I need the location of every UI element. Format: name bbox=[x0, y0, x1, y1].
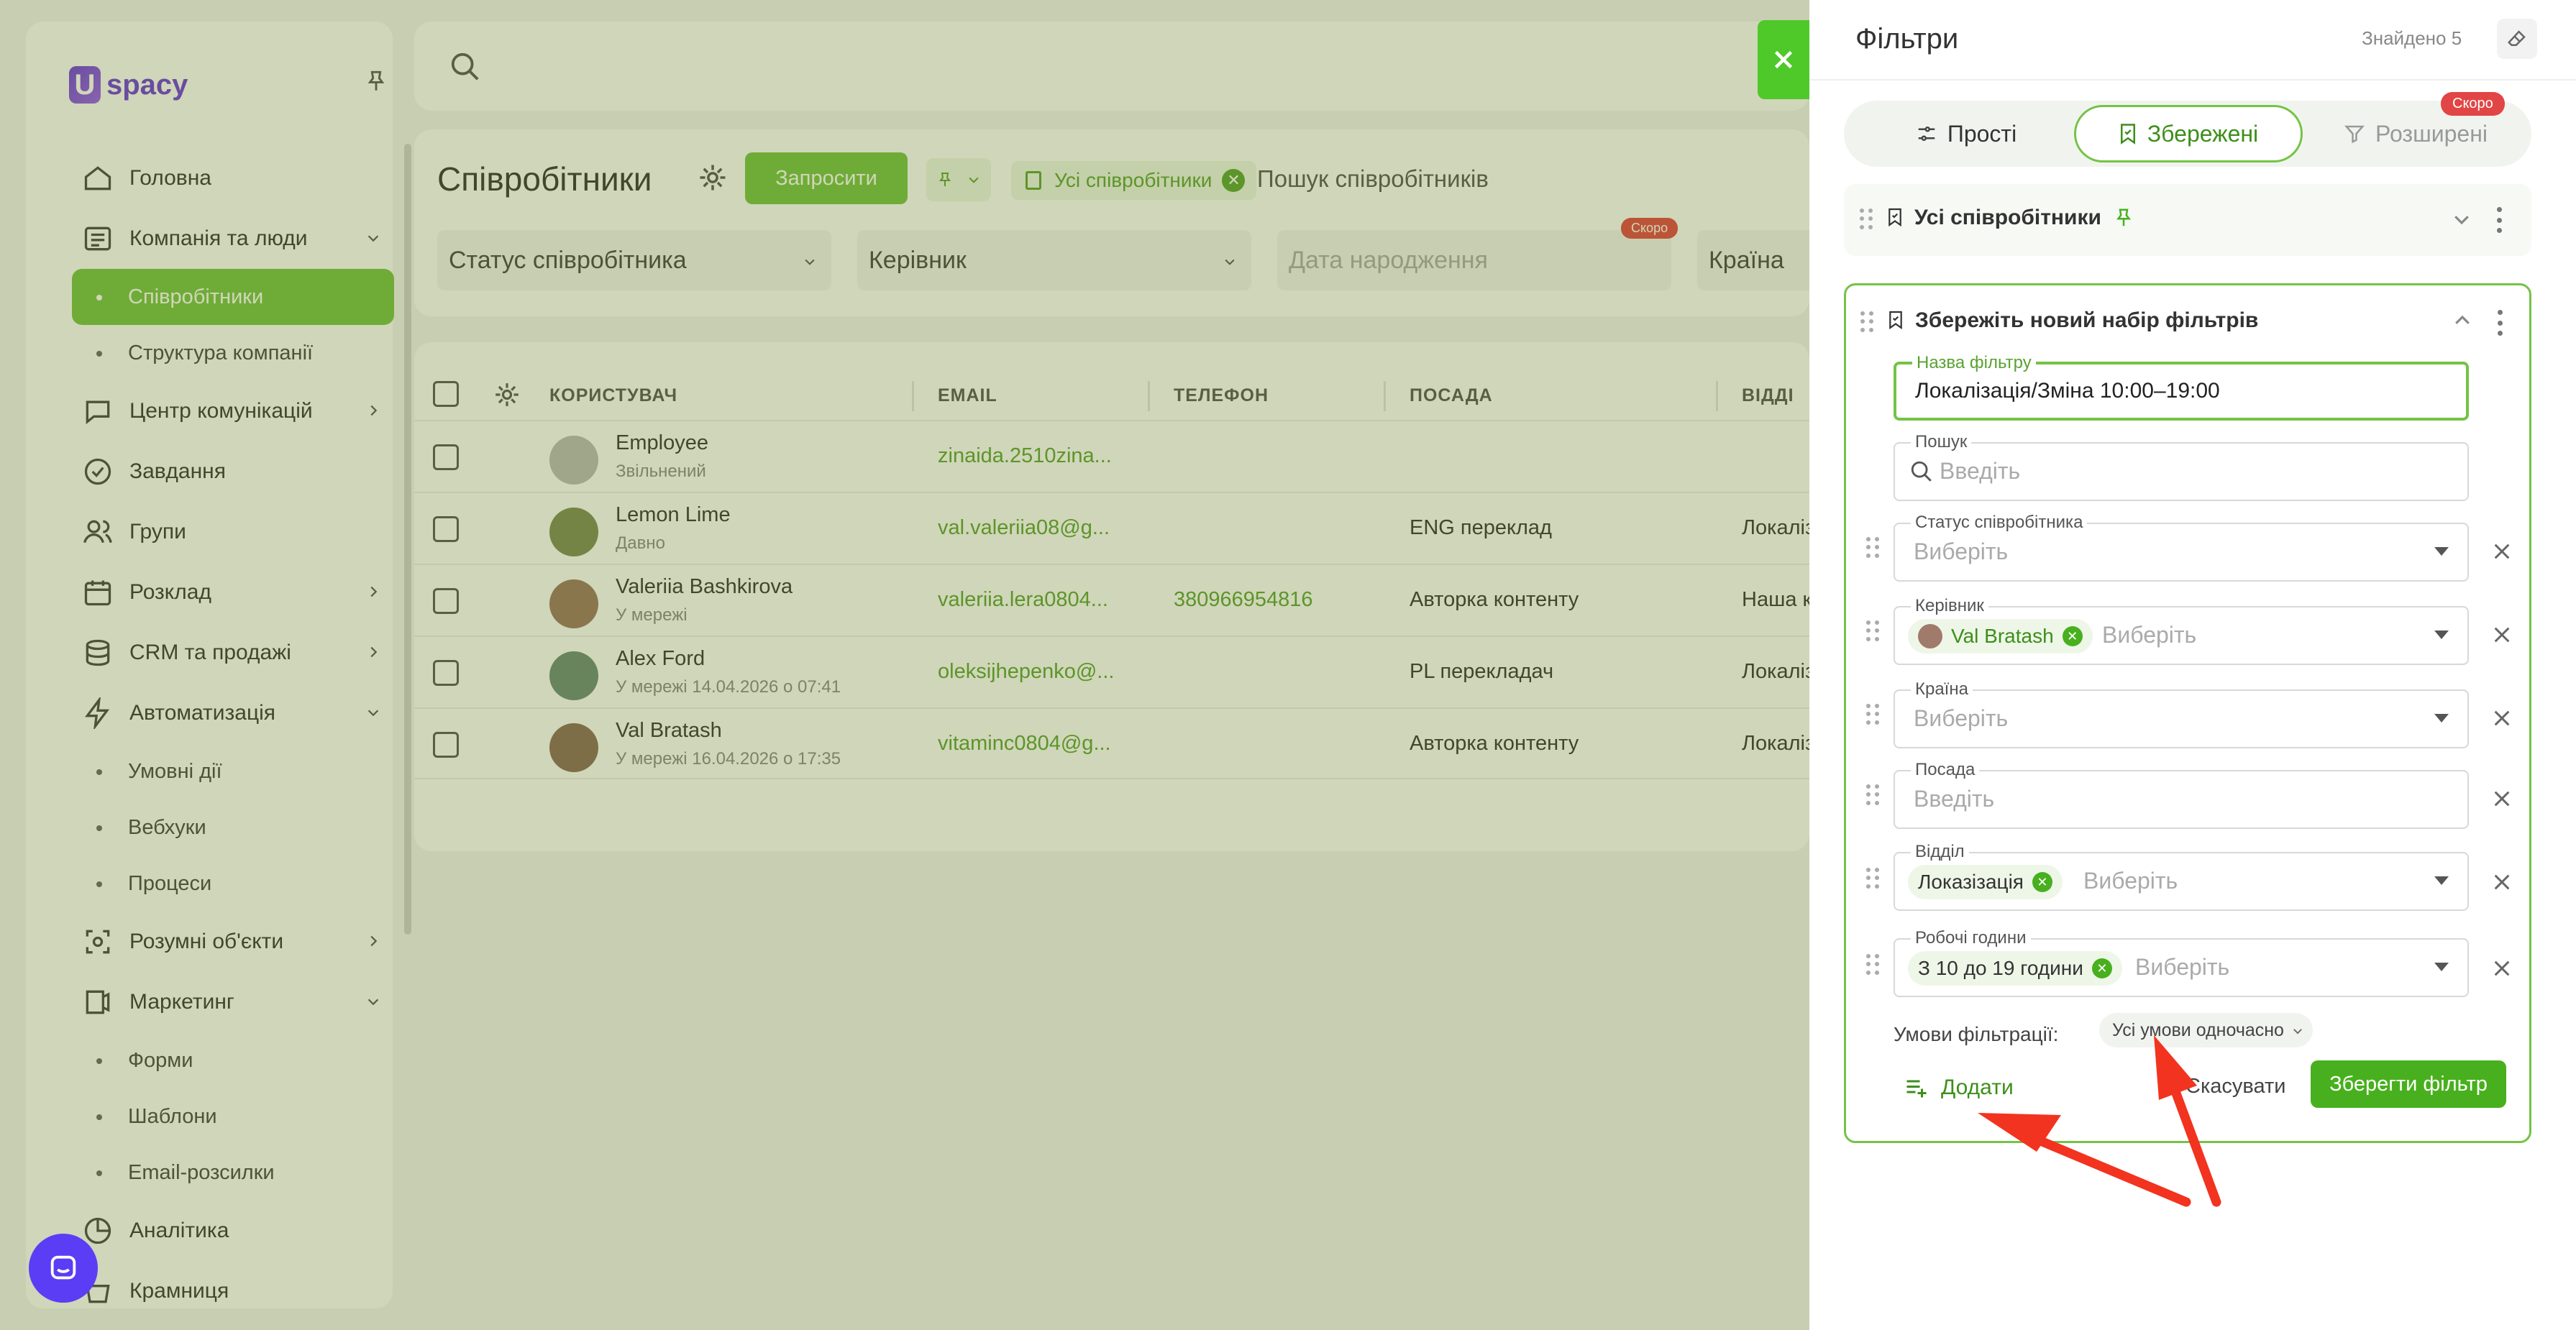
chevron-up-icon[interactable] bbox=[2452, 310, 2473, 331]
dropdown-arrow-icon bbox=[2434, 630, 2449, 639]
chevron-down-icon bbox=[2293, 1029, 2302, 1035]
more-options-icon[interactable] bbox=[2495, 207, 2503, 233]
chat-icon bbox=[50, 1255, 76, 1280]
working-hours-select[interactable]: Робочі години З 10 до 19 години ✕ Вибері… bbox=[1894, 928, 2469, 997]
tab-simple[interactable]: Прості bbox=[1858, 105, 2074, 162]
new-filter-set: Збережіть новий набір фільтрів Назва філ… bbox=[1844, 283, 2531, 1143]
advanced-filter-icon bbox=[2344, 125, 2365, 144]
more-options-icon[interactable] bbox=[2496, 310, 2503, 336]
filter-tabs: Прості Збережені Розширені bbox=[1844, 101, 2531, 167]
position-field[interactable]: Посада Введіть bbox=[1894, 760, 2469, 829]
chip-label: З 10 до 19 години bbox=[1918, 957, 2083, 979]
drag-handle-icon[interactable] bbox=[1866, 868, 1881, 889]
tab-label: Збережені bbox=[2147, 120, 2259, 147]
results-count: Знайдено 5 bbox=[2362, 27, 2462, 49]
sliders-icon bbox=[1918, 127, 1935, 141]
remove-icon[interactable] bbox=[2492, 958, 2512, 978]
select-placeholder: Виберіть bbox=[1914, 538, 2009, 564]
status-select[interactable]: Статус співробітника Виберіть bbox=[1894, 513, 2469, 582]
select-placeholder: Виберіть bbox=[1914, 705, 2009, 731]
cancel-button[interactable]: Скасувати bbox=[2186, 1075, 2285, 1099]
field-label: Посада bbox=[1911, 760, 1980, 780]
select-placeholder: Виберіть bbox=[2102, 622, 2197, 648]
close-icon[interactable]: ✕ bbox=[2032, 872, 2052, 892]
field-label: Пошук bbox=[1911, 432, 1972, 452]
save-filter-button[interactable]: Зберегти фільтр bbox=[2311, 1060, 2506, 1108]
country-select[interactable]: Країна Виберіть bbox=[1894, 679, 2469, 748]
button-label: Додати bbox=[1941, 1076, 2014, 1099]
field-label: Робочі години bbox=[1911, 928, 2031, 948]
divider bbox=[1809, 79, 2576, 81]
department-select[interactable]: Відділ Локазізація ✕ Виберіть bbox=[1894, 842, 2469, 911]
search-icon bbox=[1911, 461, 1932, 482]
dropdown-arrow-icon bbox=[2434, 876, 2449, 885]
field-label: Статус співробітника bbox=[1911, 513, 2088, 533]
set-name: Збережіть новий набір фільтрів bbox=[1915, 308, 2259, 332]
drag-handle-icon[interactable] bbox=[1860, 208, 1874, 230]
close-icon[interactable]: ✕ bbox=[2091, 958, 2112, 978]
soon-badge: Скоро bbox=[2441, 92, 2505, 116]
bookmark-icon bbox=[2120, 124, 2135, 145]
dropdown-arrow-icon bbox=[2434, 714, 2449, 723]
modal-overlay[interactable] bbox=[0, 0, 1809, 1330]
select-placeholder: Виберіть bbox=[2083, 868, 2178, 894]
support-chat-button[interactable] bbox=[29, 1234, 98, 1303]
field-label: Керівник bbox=[1911, 596, 1988, 616]
chip-label: Локазізація bbox=[1918, 871, 2024, 893]
app-background: U spacy Головна Компанія та люди Співроб… bbox=[0, 0, 1809, 1330]
tab-saved[interactable]: Збережені bbox=[2074, 105, 2303, 162]
drag-handle-icon[interactable] bbox=[1866, 704, 1881, 725]
remove-icon[interactable] bbox=[2492, 872, 2512, 892]
drag-handle-icon[interactable] bbox=[1866, 954, 1881, 976]
drag-handle-icon[interactable] bbox=[1866, 537, 1881, 559]
close-icon[interactable]: ✕ bbox=[2062, 626, 2083, 646]
remove-icon[interactable] bbox=[2492, 625, 2512, 645]
add-filter-button[interactable]: Додати bbox=[1904, 1065, 2014, 1111]
remove-icon[interactable] bbox=[2492, 708, 2512, 728]
drag-handle-icon[interactable] bbox=[1860, 311, 1875, 333]
avatar bbox=[1918, 624, 1942, 648]
bookmark-icon bbox=[1889, 311, 1902, 330]
conditions-label: Умови фільтрації: bbox=[1894, 1023, 2059, 1045]
search-placeholder: Введіть bbox=[1940, 458, 2021, 484]
close-icon bbox=[1774, 50, 1793, 69]
drag-handle-icon[interactable] bbox=[1866, 784, 1881, 806]
chip-label: Val Bratash bbox=[1951, 625, 2054, 647]
filter-name-value: Локалізація/Зміна 10:00–19:00 bbox=[1915, 379, 2220, 403]
working-hours-chip[interactable]: З 10 до 19 години ✕ bbox=[1908, 951, 2122, 986]
filters-drawer: Фільтри Знайдено 5 Прості Збережені Розш… bbox=[1809, 0, 2576, 1330]
bookmark-icon bbox=[1888, 208, 1901, 227]
saved-filter-set[interactable]: Усі співробітники bbox=[1844, 184, 2531, 256]
remove-icon[interactable] bbox=[2492, 541, 2512, 561]
drag-handle-icon[interactable] bbox=[1866, 620, 1881, 642]
tab-label: Прості bbox=[1947, 120, 2017, 147]
dropdown-arrow-icon bbox=[2434, 547, 2449, 556]
dropdown-arrow-icon bbox=[2434, 963, 2449, 971]
remove-icon[interactable] bbox=[2492, 789, 2512, 809]
tab-label: Розширені bbox=[2375, 120, 2488, 147]
department-chip[interactable]: Локазізація ✕ bbox=[1908, 865, 2063, 899]
chevron-down-icon[interactable] bbox=[2451, 208, 2472, 230]
close-drawer-button[interactable] bbox=[1758, 20, 1809, 99]
input-placeholder: Введіть bbox=[1914, 786, 1995, 812]
drawer-title: Фільтри bbox=[1855, 23, 1959, 55]
conditions-dropdown[interactable]: Усі умови одночасно bbox=[2099, 1013, 2313, 1047]
manager-chip[interactable]: Val Bratash ✕ bbox=[1908, 619, 2093, 653]
manager-select[interactable]: Керівник Val Bratash ✕ Виберіть bbox=[1894, 596, 2469, 665]
conditions-value: Усі умови одночасно bbox=[2112, 1019, 2284, 1040]
eraser-icon bbox=[2508, 30, 2526, 46]
set-name: Усі співробітники bbox=[1914, 206, 2101, 229]
add-list-icon bbox=[1906, 1080, 1927, 1098]
clear-filters-button[interactable] bbox=[2497, 19, 2537, 59]
field-label: Країна bbox=[1911, 679, 1973, 700]
select-placeholder: Виберіть bbox=[2135, 954, 2230, 980]
pin-icon[interactable] bbox=[2113, 206, 2134, 230]
field-label: Назва фільтру bbox=[1912, 353, 2036, 373]
filter-name-field[interactable]: Назва фільтру Локалізація/Зміна 10:00–19… bbox=[1894, 353, 2469, 421]
search-field[interactable]: Пошук Введіть bbox=[1894, 432, 2469, 501]
field-label: Відділ bbox=[1911, 842, 1969, 862]
